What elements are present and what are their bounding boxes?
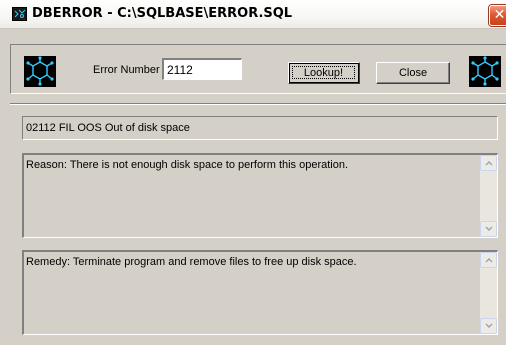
molecule-logo-right-icon — [469, 56, 501, 87]
title-bar[interactable]: DBERROR - C:\SQLBASE\ERROR.SQL ✕ — [0, 0, 506, 29]
dberror-window: DBERROR - C:\SQLBASE\ERROR.SQL ✕ Error N… — [0, 0, 506, 345]
lookup-button-label: Lookup! — [292, 66, 355, 79]
error-number-input[interactable] — [162, 58, 242, 80]
reason-scroll-up-button[interactable] — [480, 155, 497, 171]
reason-scroll-down-button[interactable] — [480, 221, 497, 237]
remedy-textarea[interactable]: Remedy: Terminate program and remove fil… — [22, 250, 498, 335]
chevron-up-icon — [485, 161, 493, 166]
reason-textarea[interactable]: Reason: There is not enough disk space t… — [22, 153, 498, 238]
chevron-down-icon — [485, 226, 493, 231]
separator — [10, 103, 506, 105]
error-message-field: 02112 FIL OOS Out of disk space — [22, 116, 498, 140]
reason-scrollbar[interactable] — [480, 155, 497, 237]
window-close-button[interactable]: ✕ — [489, 5, 506, 26]
chevron-up-icon — [485, 258, 493, 263]
molecule-logo-left-icon — [24, 56, 56, 87]
window-title: DBERROR - C:\SQLBASE\ERROR.SQL — [32, 6, 293, 21]
chevron-down-icon — [485, 323, 493, 328]
app-icon[interactable] — [12, 7, 27, 21]
close-button[interactable]: Close — [376, 62, 450, 84]
error-message-text: 02112 FIL OOS Out of disk space — [26, 122, 190, 134]
remedy-scroll-down-button[interactable] — [480, 318, 497, 334]
remedy-scrollbar[interactable] — [480, 252, 497, 334]
remedy-scroll-up-button[interactable] — [480, 252, 497, 268]
lookup-button[interactable]: Lookup! — [288, 62, 360, 84]
remedy-text: Remedy: Terminate program and remove fil… — [26, 256, 357, 268]
reason-text: Reason: There is not enough disk space t… — [26, 159, 349, 171]
error-number-label: Error Number — [93, 64, 160, 76]
close-icon: ✕ — [493, 7, 506, 23]
